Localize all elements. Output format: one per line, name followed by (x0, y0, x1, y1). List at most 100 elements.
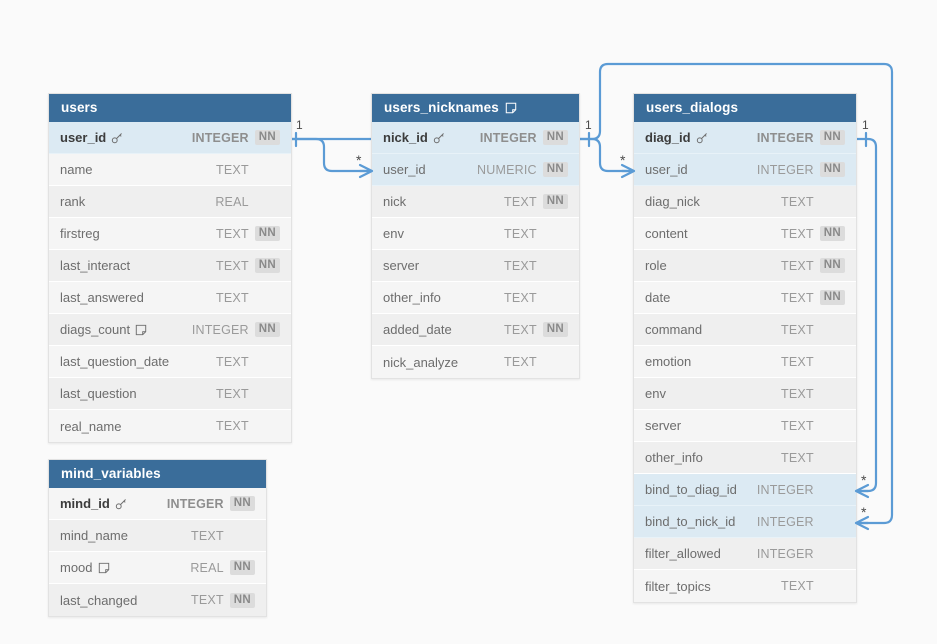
table-row[interactable]: command TEXT NN (634, 314, 856, 346)
column-type: REAL (190, 560, 224, 575)
table-row[interactable]: nick_analyze TEXT NN (372, 346, 579, 378)
table-row[interactable]: other_info TEXT NN (634, 442, 856, 474)
not-null-badge: NN (819, 226, 845, 241)
column-name: env (383, 226, 404, 241)
table-card-users-dialogs[interactable]: users_dialogs diag_id INTEGER NN user_id (633, 93, 857, 603)
table-row[interactable]: user_id INTEGER NN (634, 154, 856, 186)
column-name: nick_analyze (383, 354, 459, 370)
table-row[interactable]: mind_name TEXT NN (49, 520, 266, 552)
column-name: real_name (60, 418, 122, 434)
table-columns-users-dialogs: diag_id INTEGER NN user_id INTEGER NN di… (634, 122, 856, 602)
table-row[interactable]: mood REAL NN (49, 552, 266, 584)
not-null-badge: NN (819, 130, 845, 145)
table-row[interactable]: filter_allowed INTEGER NN (634, 538, 856, 570)
table-row[interactable]: date TEXT NN (634, 282, 856, 314)
table-row[interactable]: diag_nick TEXT NN (634, 186, 856, 218)
table-row[interactable]: real_name TEXT NN (49, 410, 291, 442)
column-type: TEXT (216, 258, 249, 273)
column-type: TEXT (504, 322, 537, 337)
column-name: last_answered (60, 290, 144, 305)
column-name: rank (60, 194, 86, 209)
table-row[interactable]: last_interact TEXT NN (49, 250, 291, 282)
table-row[interactable]: added_date TEXT NN (372, 314, 579, 346)
column-name: diag_nick (645, 194, 700, 209)
column-type: TEXT (504, 226, 537, 241)
table-header-users-dialogs: users_dialogs (634, 94, 856, 122)
column-name: server (383, 258, 420, 273)
not-null-badge: NN (543, 355, 568, 370)
column-type: TEXT (781, 226, 814, 241)
not-null-badge: NN (229, 560, 255, 575)
table-row[interactable]: last_question_date TEXT NN (49, 346, 291, 378)
table-row[interactable]: rank REAL NN (49, 186, 291, 218)
table-row[interactable]: bind_to_nick_id INTEGER NN (634, 506, 856, 538)
column-name: mind_name (60, 528, 128, 543)
column-type: INTEGER (756, 514, 814, 529)
table-card-users[interactable]: users user_id INTEGER NN name TEXT rank … (48, 93, 292, 443)
not-null-badge: NN (254, 130, 280, 145)
table-header-users: users (49, 94, 291, 122)
table-row[interactable]: firstreg TEXT NN (49, 218, 291, 250)
column-type: NUMERIC (477, 162, 537, 177)
table-row[interactable]: filter_topics TEXT NN (634, 570, 856, 602)
column-type: TEXT (216, 226, 249, 241)
not-null-badge: NN (543, 258, 568, 273)
table-row[interactable]: mind_id INTEGER NN (49, 488, 266, 520)
table-card-users-nicknames[interactable]: users_nicknames nick_id INTEGER NN user_… (371, 93, 580, 379)
column-type: TEXT (216, 354, 249, 369)
table-row[interactable]: server TEXT NN (634, 410, 856, 442)
table-row[interactable]: env TEXT NN (372, 218, 579, 250)
column-name: last_changed (60, 592, 138, 608)
not-null-badge: NN (255, 386, 280, 401)
table-row[interactable]: nick TEXT NN (372, 186, 579, 218)
not-null-badge: NN (255, 354, 280, 369)
column-type: TEXT (781, 258, 814, 273)
table-row[interactable]: server TEXT NN (372, 250, 579, 282)
table-row[interactable]: name TEXT NN (49, 154, 291, 186)
table-row[interactable]: user_id INTEGER NN (49, 122, 291, 154)
table-row[interactable]: role TEXT NN (634, 250, 856, 282)
table-card-mind-variables[interactable]: mind_variables mind_id INTEGER NN mind_n… (48, 459, 267, 617)
cardinality-label-1-diagid: 1 (862, 118, 869, 132)
column-name: filter_topics (645, 578, 711, 594)
column-name: mind_id (60, 496, 110, 511)
erd-canvas: users user_id INTEGER NN name TEXT rank … (0, 0, 937, 644)
not-null-badge: NN (254, 226, 280, 241)
table-title: users_dialogs (646, 100, 739, 115)
column-name: content (645, 226, 688, 241)
table-row[interactable]: last_answered TEXT NN (49, 282, 291, 314)
table-title: mind_variables (61, 466, 161, 481)
primary-key-icon (111, 131, 124, 144)
table-row[interactable]: diags_count INTEGER NN (49, 314, 291, 346)
link-users-to-nicknames (290, 137, 374, 173)
column-type: INTEGER (756, 482, 814, 497)
cardinality-label-1-users: 1 (296, 118, 303, 132)
table-row[interactable]: nick_id INTEGER NN (372, 122, 579, 154)
not-null-badge: NN (820, 418, 845, 433)
table-row[interactable]: diag_id INTEGER NN (634, 122, 856, 154)
not-null-badge: NN (820, 194, 845, 209)
cardinality-label-star-bind-diag: * (861, 472, 867, 488)
column-type: TEXT (504, 258, 537, 273)
primary-key-icon (696, 131, 709, 144)
table-row[interactable]: last_changed TEXT NN (49, 584, 266, 616)
table-row[interactable]: env TEXT NN (634, 378, 856, 410)
cardinality-label-1-nickid: 1 (585, 118, 592, 132)
table-columns-users-nicknames: nick_id INTEGER NN user_id NUMERIC NN ni… (372, 122, 579, 378)
column-type: INTEGER (756, 546, 814, 561)
not-null-badge: NN (542, 194, 568, 209)
not-null-badge: NN (820, 450, 845, 465)
table-title: users_nicknames (384, 100, 499, 115)
column-type: INTEGER (756, 162, 814, 177)
table-row[interactable]: content TEXT NN (634, 218, 856, 250)
column-type: TEXT (216, 419, 249, 433)
not-null-badge: NN (255, 419, 280, 434)
table-row[interactable]: last_question TEXT NN (49, 378, 291, 410)
column-type: TEXT (191, 593, 224, 607)
table-row[interactable]: user_id NUMERIC NN (372, 154, 579, 186)
table-row[interactable]: emotion TEXT NN (634, 346, 856, 378)
table-row[interactable]: other_info TEXT NN (372, 282, 579, 314)
note-icon (505, 102, 517, 114)
not-null-badge: NN (820, 546, 845, 561)
table-row[interactable]: bind_to_diag_id INTEGER NN (634, 474, 856, 506)
